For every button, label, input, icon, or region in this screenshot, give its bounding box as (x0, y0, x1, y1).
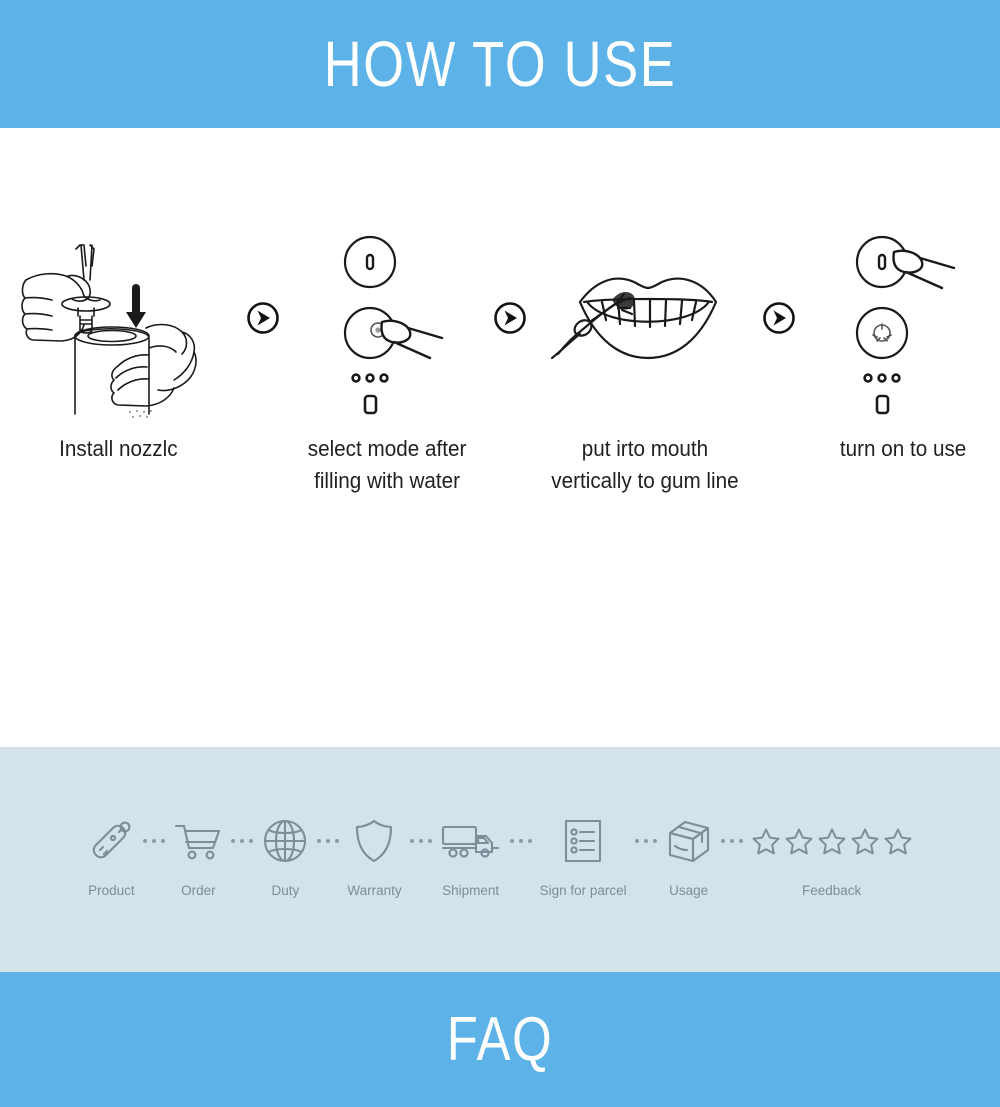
steps-caption-row: Install nozzlc select mode after filling… (0, 433, 1000, 497)
service-label-warranty: Warranty (347, 883, 402, 898)
service-label-order: Order (181, 883, 216, 898)
dots-separator-icon (627, 813, 665, 869)
steps-illustration-row (0, 203, 1000, 433)
circled-arrow-right-icon (494, 302, 527, 334)
electric-flosser-icon (87, 813, 135, 869)
step-1-illustration (0, 203, 237, 433)
star-icon[interactable] (817, 827, 847, 856)
page-title: HOW TO USE (323, 28, 677, 100)
dots-separator-icon (135, 813, 173, 869)
dots-separator-icon (402, 813, 440, 869)
shield-icon (352, 813, 396, 869)
delivery-truck-icon (440, 813, 502, 869)
nozzle-in-mouth-icon (550, 277, 717, 360)
service-label-product: Product (88, 883, 135, 898)
service-item-order[interactable]: Order (173, 813, 223, 898)
step-3-illustration (537, 203, 753, 433)
dots-separator-icon (713, 813, 751, 869)
service-item-sign-for-parcel[interactable]: Sign for parcel (540, 813, 627, 898)
checklist-icon (562, 813, 604, 869)
header-banner: HOW TO USE (0, 0, 1000, 128)
service-label-usage: Usage (669, 883, 709, 898)
finger-pressing-mode-button-icon (343, 235, 444, 415)
globe-icon (261, 813, 309, 869)
step-1-caption: Install nozzlc (7, 433, 230, 497)
service-item-feedback[interactable]: Feedback (751, 813, 913, 898)
service-item-usage[interactable]: Usage (665, 813, 713, 898)
circled-arrow-right-icon (763, 302, 796, 334)
step-3-caption-line1: put irto mouth (581, 436, 709, 461)
step-2-caption-line2: filling with water (313, 468, 460, 493)
faq-banner: FAQ (0, 972, 1000, 1107)
star-icon[interactable] (850, 827, 880, 856)
step-2-illustration (290, 203, 484, 433)
star-rating[interactable] (751, 827, 913, 856)
service-icon-row: Product Order Duty Warranty Shipment Sig… (0, 813, 1000, 898)
service-item-shipment[interactable]: Shipment (440, 813, 502, 898)
faq-title: FAQ (446, 1004, 554, 1074)
finger-pressing-power-button-icon (855, 235, 956, 415)
caption-spacer-3 (753, 433, 806, 497)
star-icon[interactable] (751, 827, 781, 856)
star-icon[interactable] (784, 827, 814, 856)
step-2-caption-line1: select mode after (307, 436, 467, 461)
package-box-icon (665, 813, 713, 869)
shopping-cart-icon (173, 813, 223, 869)
steps-section: Install nozzlc select mode after filling… (0, 128, 1000, 747)
step-2-caption: select mode after filling with water (296, 433, 478, 497)
service-band: Product Order Duty Warranty Shipment Sig… (0, 747, 1000, 972)
step-1-caption-line: Install nozzlc (59, 436, 178, 461)
dots-separator-icon (223, 813, 261, 869)
caption-spacer-1 (237, 433, 290, 497)
step-3-caption-line2: vertically to gum line (551, 468, 739, 493)
step-separator-3 (753, 301, 806, 335)
service-label-sign-for-parcel: Sign for parcel (539, 883, 627, 898)
step-separator-1 (237, 301, 290, 335)
service-label-duty: Duty (271, 883, 300, 898)
five-stars-icon (751, 813, 913, 869)
how-to-use-page: HOW TO USE Install nozzlc select mode af… (0, 0, 1000, 1107)
star-icon[interactable] (883, 827, 913, 856)
dots-separator-icon (309, 813, 347, 869)
service-item-duty[interactable]: Duty (261, 813, 309, 898)
step-3-caption: put irto mouth vertically to gum line (543, 433, 746, 497)
caption-spacer-2 (484, 433, 537, 497)
step-4-illustration (806, 203, 1000, 433)
dots-separator-icon (502, 813, 540, 869)
hands-installing-nozzle-icon (21, 244, 198, 418)
step-4-caption: turn on to use (812, 433, 994, 497)
circled-arrow-right-icon (247, 302, 280, 334)
service-item-product[interactable]: Product (87, 813, 135, 898)
service-label-shipment: Shipment (442, 883, 500, 898)
service-label-feedback: Feedback (802, 883, 862, 898)
service-item-warranty[interactable]: Warranty (347, 813, 402, 898)
step-separator-2 (484, 301, 537, 335)
step-4-caption-line: turn on to use (839, 436, 967, 461)
